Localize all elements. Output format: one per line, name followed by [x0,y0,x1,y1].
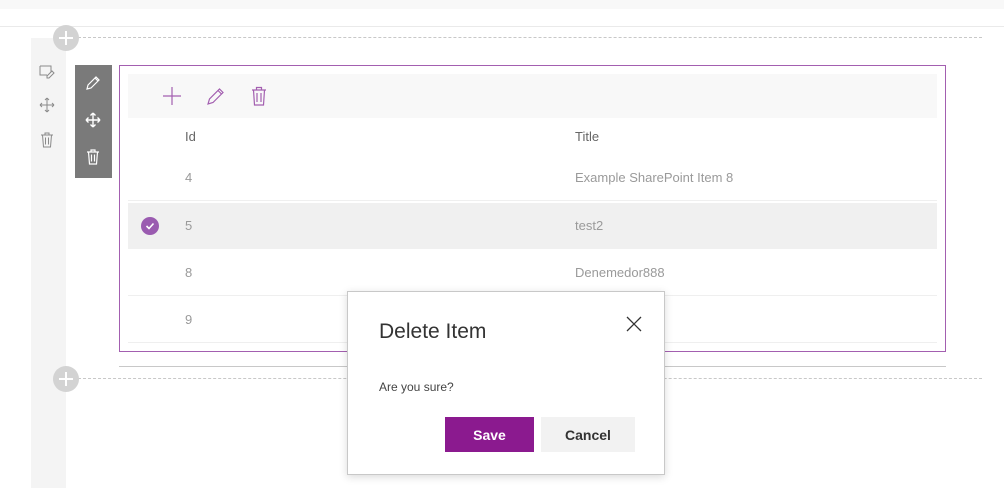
checkmark-icon[interactable] [141,217,159,235]
cell-id: 5 [185,218,193,233]
section-divider-top [78,37,982,38]
cell-id: 8 [185,265,193,280]
webpart-toolbar [75,65,112,178]
add-section-icon[interactable] [53,25,79,51]
edit-icon[interactable] [204,84,228,108]
move-icon[interactable] [83,110,103,130]
edit-section-icon[interactable] [37,61,57,81]
table-row-selected[interactable]: 5 test2 [128,203,937,249]
delete-dialog: Delete Item Are you sure? Save Cancel [347,291,665,475]
cell-title: Denemedor888 [575,265,665,280]
delete-icon[interactable] [247,84,271,108]
dialog-message: Are you sure? [379,380,454,394]
top-divider [0,26,1004,27]
save-button[interactable]: Save [445,417,534,452]
table-row[interactable]: 8 Denemedor888 [128,250,937,296]
top-strip [0,0,1004,9]
cell-title: test2 [575,218,604,233]
move-icon[interactable] [37,95,57,115]
add-section-icon[interactable] [53,366,79,392]
cancel-button[interactable]: Cancel [541,417,635,452]
command-bar [128,74,937,118]
cell-title: Example SharePoint Item 8 [575,170,734,185]
cell-id: 4 [185,170,193,185]
close-icon[interactable] [622,312,646,336]
cell-id: 9 [185,312,193,327]
edit-icon[interactable] [83,73,103,93]
column-header-id[interactable]: Id [185,129,196,144]
table-row[interactable]: 4 Example SharePoint Item 8 [128,155,937,201]
delete-icon[interactable] [83,147,103,167]
column-header-title[interactable]: Title [575,129,599,144]
add-icon[interactable] [160,84,184,108]
dialog-title: Delete Item [379,320,487,343]
delete-icon[interactable] [37,130,57,150]
